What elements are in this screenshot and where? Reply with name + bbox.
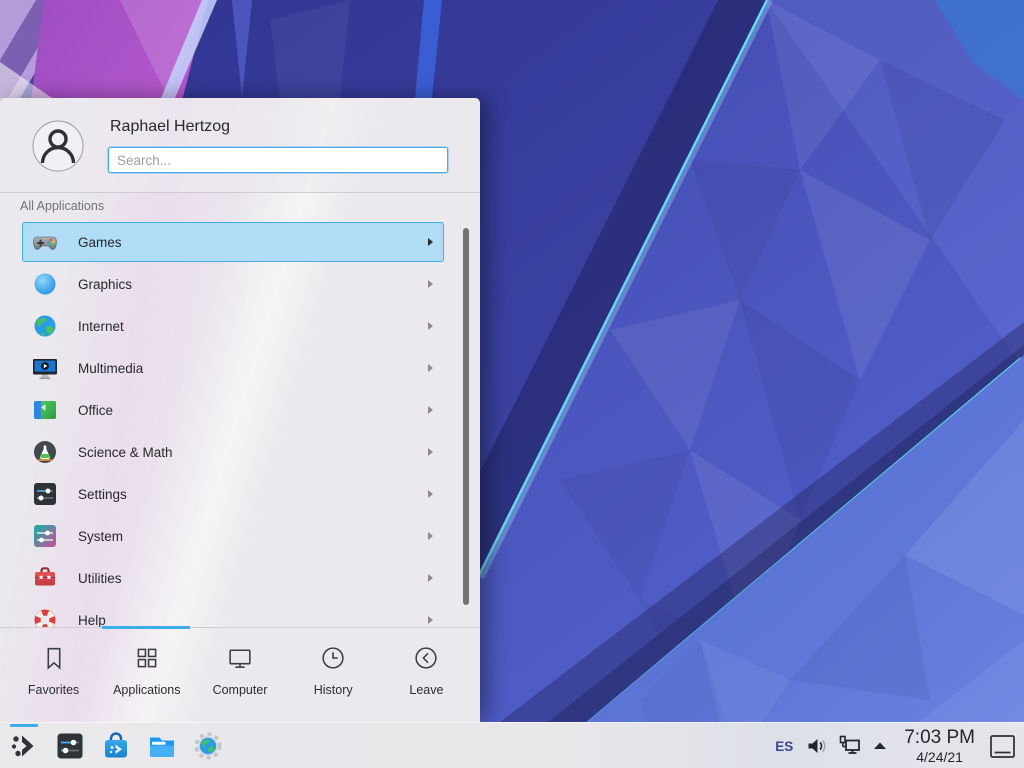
- tab-label: Leave: [409, 683, 443, 697]
- bookmark-icon: [40, 644, 68, 672]
- volume-icon[interactable]: [805, 734, 829, 758]
- tab-leave[interactable]: Leave: [380, 628, 473, 722]
- submenu-arrow-icon: [428, 238, 433, 246]
- submenu-arrow-icon: [428, 574, 433, 582]
- file-manager-button[interactable]: [147, 731, 177, 761]
- system-tray: ES 7:03 PM 4/24/21: [775, 723, 1016, 768]
- games-icon: [32, 229, 58, 255]
- menu-item-label: Graphics: [78, 277, 132, 292]
- show-desktop-button[interactable]: [989, 734, 1016, 759]
- scrollbar-thumb[interactable]: [463, 228, 469, 605]
- menu-item-games[interactable]: Games: [22, 222, 444, 262]
- menu-item-help[interactable]: Help: [22, 600, 444, 627]
- clock-icon: [319, 644, 347, 672]
- user-avatar[interactable]: [32, 120, 84, 172]
- menu-item-label: System: [78, 529, 123, 544]
- menu-item-office[interactable]: Office: [22, 390, 444, 430]
- graphics-icon: [32, 271, 58, 297]
- keyboard-layout-indicator[interactable]: ES: [775, 739, 793, 754]
- expand-tray-caret-icon[interactable]: [871, 734, 889, 758]
- section-label: All Applications: [20, 199, 104, 213]
- menu-item-science-math[interactable]: Science & Math: [22, 432, 444, 472]
- science-icon: [32, 439, 58, 465]
- menu-item-label: Science & Math: [78, 445, 173, 460]
- web-browser-button[interactable]: [193, 731, 223, 761]
- internet-icon: [32, 313, 58, 339]
- menu-item-label: Games: [78, 235, 122, 250]
- multimedia-icon: [32, 355, 58, 381]
- menu-item-label: Multimedia: [78, 361, 143, 376]
- submenu-arrow-icon: [428, 280, 433, 288]
- submenu-arrow-icon: [428, 490, 433, 498]
- tab-history[interactable]: History: [287, 628, 380, 722]
- submenu-arrow-icon: [428, 406, 433, 414]
- utilities-icon: [32, 565, 58, 591]
- tab-computer[interactable]: Computer: [193, 628, 286, 722]
- menu-item-system[interactable]: System: [22, 516, 444, 556]
- menu-item-label: Settings: [78, 487, 127, 502]
- office-icon: [32, 397, 58, 423]
- active-tab-indicator: [102, 626, 190, 629]
- tab-label: Applications: [113, 683, 180, 697]
- submenu-arrow-icon: [428, 532, 433, 540]
- tab-label: History: [314, 683, 353, 697]
- menu-item-label: Internet: [78, 319, 124, 334]
- tab-label: Computer: [213, 683, 268, 697]
- leave-icon: [412, 644, 440, 672]
- submenu-arrow-icon: [428, 364, 433, 372]
- application-launcher-menu: Raphael Hertzog All Applications Games: [0, 98, 480, 722]
- system-icon: [32, 523, 58, 549]
- discover-button[interactable]: [101, 731, 131, 761]
- help-icon: [32, 607, 58, 627]
- user-name: Raphael Hertzog: [110, 118, 230, 136]
- menu-item-label: Utilities: [78, 571, 122, 586]
- search-input[interactable]: [108, 147, 448, 173]
- menu-item-label: Help: [78, 613, 106, 628]
- launcher-header: Raphael Hertzog: [0, 98, 480, 193]
- launcher-tab-bar: Favorites Applications Computer: [0, 627, 480, 722]
- menu-item-utilities[interactable]: Utilities: [22, 558, 444, 598]
- menu-item-label: Office: [78, 403, 113, 418]
- clock-time: 7:03 PM: [904, 728, 975, 747]
- settings-icon: [32, 481, 58, 507]
- menu-item-settings[interactable]: Settings: [22, 474, 444, 514]
- tab-favorites[interactable]: Favorites: [7, 628, 100, 722]
- menu-item-multimedia[interactable]: Multimedia: [22, 348, 444, 388]
- application-launcher-button[interactable]: [9, 731, 39, 761]
- grid-icon: [133, 644, 161, 672]
- submenu-arrow-icon: [428, 448, 433, 456]
- submenu-arrow-icon: [428, 616, 433, 624]
- taskbar-app-icons: [9, 731, 223, 761]
- clock-date: 4/24/21: [904, 750, 975, 764]
- menu-item-internet[interactable]: Internet: [22, 306, 444, 346]
- application-category-list: Games Graphics Internet: [22, 222, 444, 627]
- system-settings-button[interactable]: [55, 731, 85, 761]
- digital-clock[interactable]: 7:03 PM 4/24/21: [904, 728, 975, 764]
- tab-label: Favorites: [28, 683, 79, 697]
- menu-item-graphics[interactable]: Graphics: [22, 264, 444, 304]
- taskbar-panel: ES 7:03 PM 4/24/21: [0, 722, 1024, 768]
- submenu-arrow-icon: [428, 322, 433, 330]
- network-wired-icon[interactable]: [838, 734, 862, 758]
- tab-applications[interactable]: Applications: [100, 628, 193, 722]
- active-task-indicator: [10, 724, 38, 727]
- monitor-icon: [226, 644, 254, 672]
